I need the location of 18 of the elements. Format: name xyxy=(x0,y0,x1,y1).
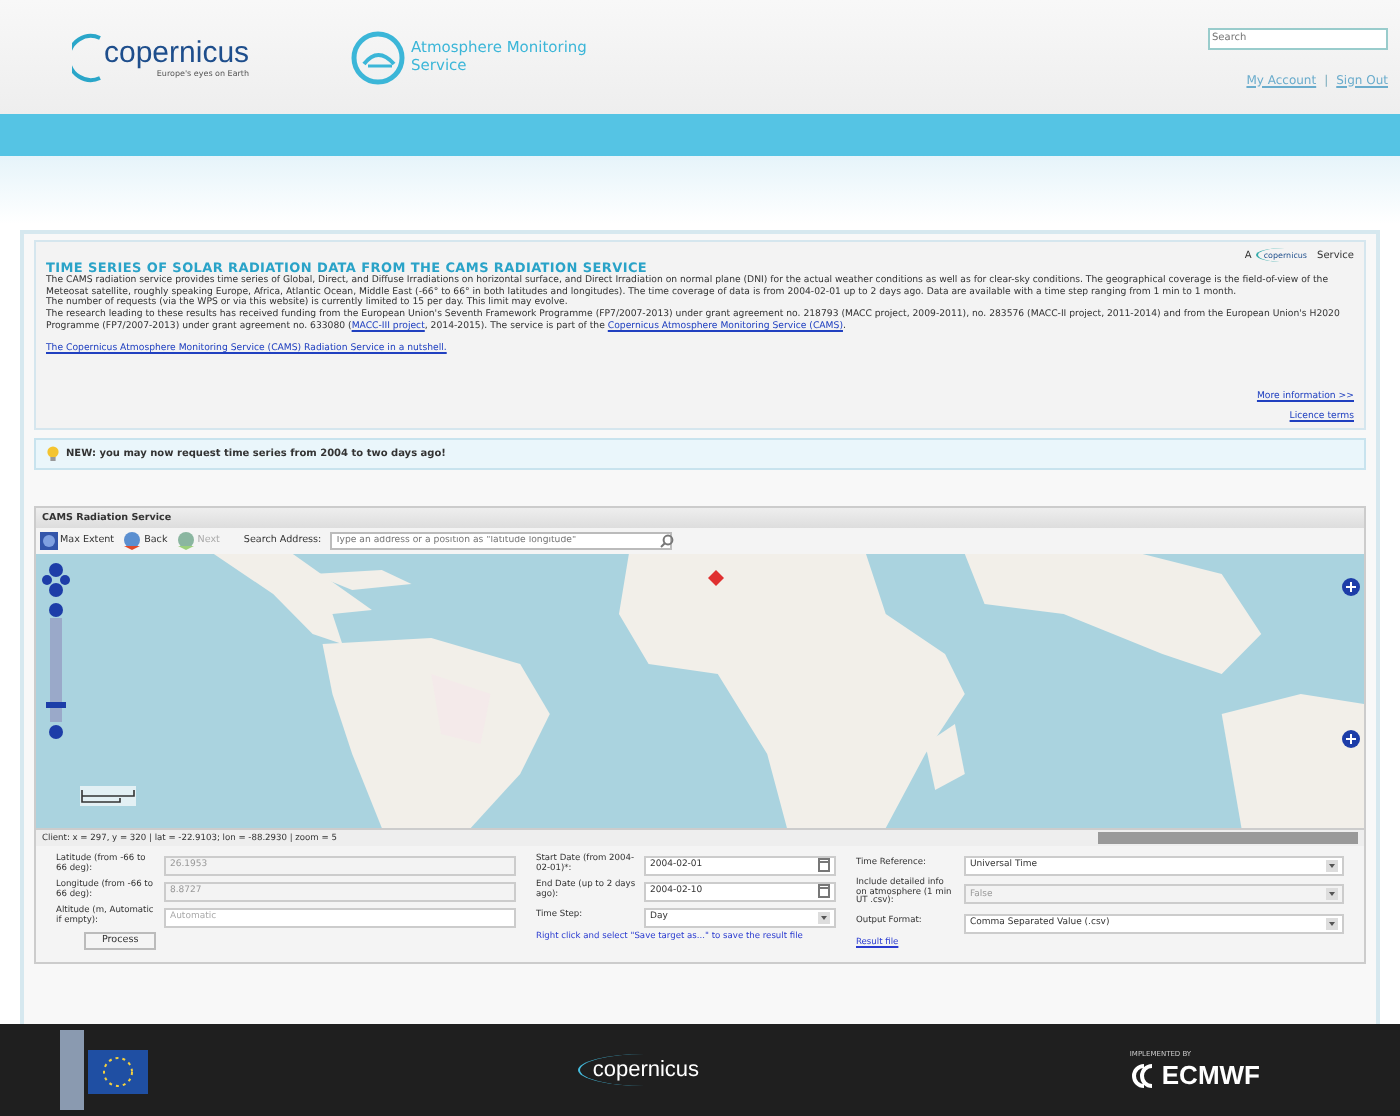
atmosphere-logo-icon xyxy=(349,29,406,85)
dropdown-arrow-icon xyxy=(1326,859,1338,871)
scale-bar-drawing xyxy=(80,786,136,806)
logo-swirl-icon xyxy=(72,31,104,83)
location-marker-icon xyxy=(708,570,724,586)
dropdown-arrow-icon xyxy=(1326,917,1338,930)
plus-icon[interactable] xyxy=(1342,578,1360,596)
calendar-icon xyxy=(818,884,830,898)
logo-wordmark: copernicus xyxy=(104,37,250,67)
dropdown-arrow-icon xyxy=(818,911,830,923)
lightbulb-icon xyxy=(46,446,60,462)
plus-icon[interactable] xyxy=(1342,730,1360,748)
footer-copernicus-logo: copernicus xyxy=(578,1054,712,1086)
ecmwf-wordmark: ECMWF xyxy=(1161,1060,1260,1090)
globe-icon xyxy=(40,532,58,550)
dropdown-arrow-icon xyxy=(1326,888,1338,901)
ecmwf-logo-icon xyxy=(1129,1063,1158,1087)
calendar-icon xyxy=(818,858,830,872)
